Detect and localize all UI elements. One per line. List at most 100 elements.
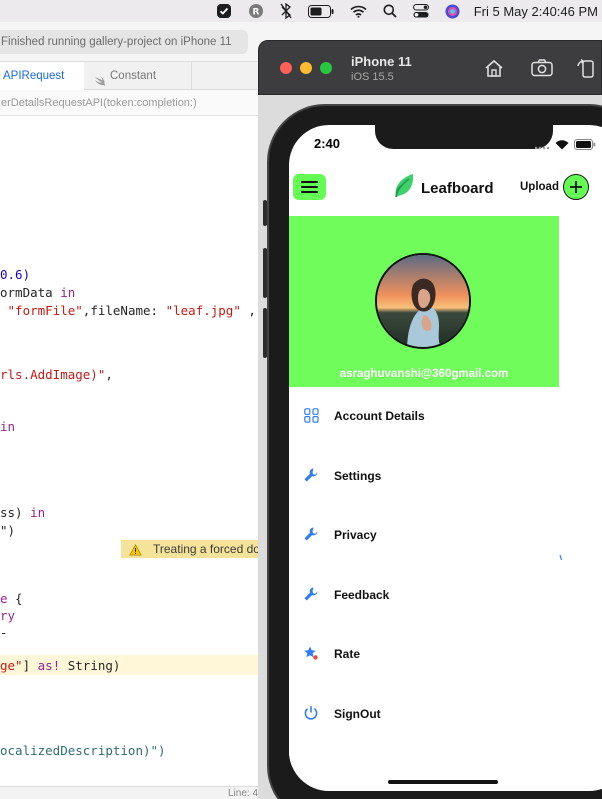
code-token: rls.AddImage)"	[0, 367, 106, 382]
code-token: ge"	[0, 658, 23, 673]
drawer-item-label: Settings	[334, 469, 382, 483]
drawer-item-label: Account Details	[334, 409, 425, 423]
app-header: Leafboard Upload	[289, 167, 602, 207]
code-token: 0.6)	[0, 267, 31, 282]
minimize-window-button[interactable]	[300, 62, 312, 74]
wifi-icon	[555, 137, 569, 155]
leaf-logo-icon	[393, 173, 415, 204]
warning-icon	[129, 543, 142, 561]
drawer-item-signout[interactable]: SignOut	[289, 694, 559, 734]
drawer-item-label: Feedback	[334, 588, 390, 602]
svg-text:R: R	[252, 8, 259, 18]
warning-badge[interactable]: Treating a forced dow	[121, 540, 281, 558]
code-line[interactable]: ")	[0, 522, 15, 540]
code-line[interactable]: ocalizedDescription)")	[0, 742, 166, 760]
home-indicator[interactable]	[388, 780, 498, 784]
registered-app-icon[interactable]: R	[248, 3, 264, 19]
hamburger-menu-button[interactable]	[293, 174, 326, 200]
check-app-icon[interactable]	[216, 3, 232, 19]
drawer-item-label: SignOut	[334, 707, 381, 721]
code-line[interactable]: 0.6)	[0, 266, 30, 284]
drawer-item-rate[interactable]: Rate	[289, 634, 559, 674]
code-token: ,fileName:	[82, 303, 166, 318]
home-icon[interactable]	[483, 57, 505, 79]
code-token: {	[7, 591, 23, 606]
simulator-device-name: iPhone 11	[351, 54, 412, 69]
code-token: ormData	[0, 285, 61, 300]
rotate-icon[interactable]	[575, 57, 597, 79]
navigation-drawer: Account Details Settings Privacy Feedbac…	[289, 387, 559, 767]
code-token: in	[30, 505, 46, 520]
code-token: in	[0, 419, 16, 434]
brand: Leafboard	[393, 173, 494, 204]
close-window-button[interactable]	[280, 62, 292, 74]
drawer-item-label: Privacy	[334, 528, 377, 542]
drawer-item-feedback[interactable]: Feedback	[289, 575, 559, 615]
code-token: in	[60, 285, 76, 300]
power-icon	[302, 704, 320, 722]
upload-label: Upload	[520, 181, 559, 193]
drawer-item-label: Rate	[334, 647, 361, 661]
code-line[interactable]: -	[0, 624, 8, 642]
drawer-item-settings[interactable]: Settings	[289, 456, 559, 496]
wrench-icon	[302, 466, 320, 484]
desktop: R Fri 5 May 2:40:46 PM Finished running …	[0, 0, 602, 799]
code-token: ]	[22, 658, 38, 673]
code-token: e	[0, 591, 8, 606]
code-token: ocalizedDescription)")	[0, 743, 166, 758]
avatar[interactable]	[375, 253, 471, 349]
control-center-icon[interactable]	[412, 3, 429, 19]
code-line[interactable]: ss) in	[0, 504, 45, 522]
status-indicators	[534, 137, 596, 155]
drawer-item-account-details[interactable]: Account Details	[289, 396, 559, 436]
code-line[interactable]: ry	[0, 607, 15, 625]
wifi-icon[interactable]	[350, 3, 367, 19]
tab-label: Constant	[110, 70, 157, 82]
menu-bar: R Fri 5 May 2:40:46 PM	[0, 0, 602, 22]
search-icon[interactable]	[383, 3, 397, 19]
code-line[interactable]: ormData in	[0, 284, 75, 302]
battery-icon	[574, 137, 596, 155]
code-line[interactable]: ge"] as! String)	[0, 657, 120, 675]
brand-name: Leafboard	[421, 180, 494, 197]
user-email: asraghuvanshi@360gmail.com	[339, 368, 509, 380]
cellular-signal-icon	[534, 137, 550, 155]
simulator-os-version: iOS 15.5	[351, 71, 394, 83]
notch	[375, 125, 553, 149]
wrench-icon	[302, 525, 320, 543]
zoom-window-button[interactable]	[320, 62, 332, 74]
grid-icon	[302, 406, 320, 424]
siri-icon[interactable]	[445, 3, 460, 19]
code-token: ry	[0, 608, 16, 623]
code-token: "leaf.jpg"	[165, 303, 241, 318]
wrench-icon	[302, 585, 320, 603]
main-content-peek[interactable]	[559, 216, 602, 776]
tab-constant[interactable]: Constant	[84, 62, 192, 90]
code-token: as!	[37, 658, 61, 673]
upload-button[interactable]: Upload	[520, 174, 589, 200]
code-token: -	[0, 625, 8, 640]
code-line[interactable]: "formFile",fileName: "leaf.jpg" , ma	[0, 302, 279, 320]
xcode-activity-status: Finished running gallery-project on iPho…	[0, 30, 248, 54]
drawer-item-privacy[interactable]: Privacy	[289, 515, 559, 555]
simulator-titlebar: iPhone 11 iOS 15.5	[258, 40, 602, 95]
drawer-header: asraghuvanshi@360gmail.com	[289, 216, 559, 387]
iphone-screen: 2:40 Leafboard Upload asraghuvanshi@360g…	[289, 125, 602, 791]
code-line[interactable]: e {	[0, 590, 23, 608]
plus-icon	[562, 174, 589, 200]
warning-text: Treating a forced dow	[153, 542, 269, 556]
tab-apirequest[interactable]: APIRequest	[0, 62, 84, 90]
bluetooth-off-icon[interactable]	[280, 3, 292, 19]
code-line[interactable]: rls.AddImage)",	[0, 366, 113, 384]
menu-bar-clock[interactable]: Fri 5 May 2:40:46 PM	[474, 4, 598, 19]
code-token: ss)	[0, 505, 31, 520]
code-token: String)	[60, 658, 121, 673]
code-token: "formFile"	[0, 303, 83, 318]
code-token: ")	[0, 523, 16, 538]
code-token: ,	[105, 367, 113, 382]
status-time: 2:40	[314, 136, 341, 151]
screenshot-icon[interactable]	[531, 57, 553, 79]
code-line[interactable]: in	[0, 418, 15, 436]
star-icon	[302, 644, 320, 662]
battery-icon[interactable]	[307, 3, 334, 19]
